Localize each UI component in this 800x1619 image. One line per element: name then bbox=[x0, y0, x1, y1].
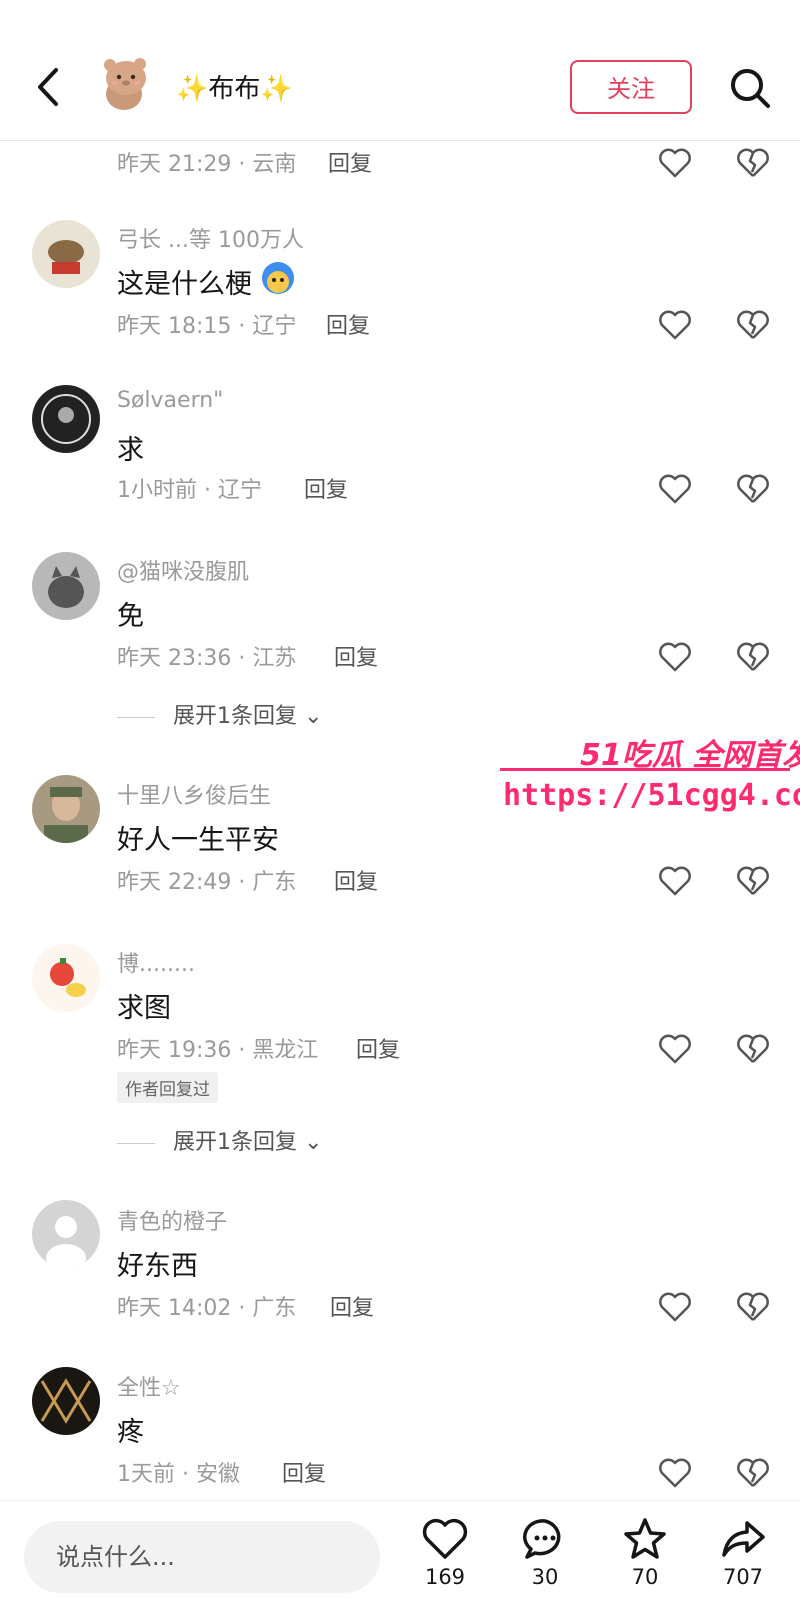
user-avatar[interactable] bbox=[32, 385, 100, 453]
comment-meta: 昨天 18:15 · 辽宁 bbox=[117, 314, 297, 339]
username[interactable]: 博........ bbox=[117, 946, 195, 978]
user-avatar[interactable] bbox=[32, 1200, 100, 1268]
author-replied-badge: 作者回复过 bbox=[117, 1072, 218, 1103]
heart-icon[interactable] bbox=[658, 1290, 692, 1324]
user-avatar[interactable] bbox=[32, 775, 100, 843]
reply-button[interactable]: 回复 bbox=[356, 1032, 400, 1064]
username[interactable]: 青色的橙子 bbox=[117, 1204, 227, 1236]
expand-replies-label: 展开1条回复 bbox=[173, 1130, 297, 1155]
comment-text: 这是什么梗 bbox=[117, 269, 252, 300]
comment-text: 免 bbox=[117, 601, 144, 632]
comment-meta: 昨天 21:29 · 云南 bbox=[117, 152, 297, 177]
reply-button[interactable]: 回复 bbox=[334, 864, 378, 896]
broken-heart-icon[interactable] bbox=[736, 864, 770, 898]
comment-bubble-icon bbox=[523, 1519, 561, 1559]
comment-button[interactable]: 30 bbox=[510, 1515, 580, 1611]
like-button[interactable]: 169 bbox=[410, 1515, 480, 1611]
comment-meta: 昨天 23:36 · 江苏 bbox=[117, 646, 297, 671]
username[interactable]: Sølvaern" bbox=[117, 388, 223, 413]
username[interactable]: 弓长 ...等 100万人 bbox=[117, 222, 304, 254]
share-count: 707 bbox=[722, 1565, 764, 1589]
username[interactable]: 全性☆ bbox=[117, 1370, 181, 1402]
chevron-down-icon: ⌄ bbox=[297, 1130, 323, 1155]
comment-text: 好东西 bbox=[117, 1251, 198, 1282]
comment-meta: 昨天 22:49 · 广东 bbox=[117, 870, 297, 895]
comment-meta: 昨天 19:36 · 黑龙江 bbox=[117, 1038, 319, 1063]
comment-text: 好人一生平安 bbox=[117, 825, 279, 856]
broken-heart-icon[interactable] bbox=[736, 472, 770, 506]
username[interactable]: 十里八乡俊后生 bbox=[117, 778, 271, 810]
heart-icon[interactable] bbox=[658, 146, 692, 180]
user-avatar[interactable] bbox=[32, 1367, 100, 1435]
broken-heart-icon[interactable] bbox=[736, 1290, 770, 1324]
broken-heart-icon[interactable] bbox=[736, 1032, 770, 1066]
comment-meta: 1小时前 · 辽宁 bbox=[117, 478, 262, 503]
follow-button[interactable]: 关注 bbox=[570, 60, 692, 114]
expand-replies-button[interactable]: 展开1条回复 ⌄ bbox=[117, 1124, 322, 1156]
broken-heart-icon[interactable] bbox=[736, 146, 770, 180]
heart-icon[interactable] bbox=[658, 640, 692, 674]
author-name[interactable]: ✨布布✨ bbox=[176, 68, 293, 105]
expand-replies-button[interactable]: 展开1条回复 ⌄ bbox=[117, 698, 322, 730]
user-avatar[interactable] bbox=[32, 552, 100, 620]
comment-input[interactable]: 说点什么... bbox=[24, 1521, 380, 1593]
back-arrow-icon[interactable] bbox=[30, 62, 70, 112]
bottom-action-bar: 说点什么... 169 30 70 707 bbox=[0, 1500, 800, 1619]
share-arrow-icon bbox=[722, 1521, 765, 1557]
user-avatar[interactable] bbox=[32, 220, 100, 288]
user-avatar[interactable] bbox=[32, 944, 100, 1012]
reply-button[interactable]: 回复 bbox=[326, 308, 370, 340]
reply-button[interactable]: 回复 bbox=[304, 472, 348, 504]
reply-button[interactable]: 回复 bbox=[328, 146, 372, 178]
favorite-button[interactable]: 70 bbox=[610, 1515, 680, 1611]
heart-icon[interactable] bbox=[658, 864, 692, 898]
broken-heart-icon[interactable] bbox=[736, 640, 770, 674]
share-button[interactable]: 707 bbox=[708, 1515, 778, 1611]
favorite-count: 70 bbox=[631, 1565, 659, 1589]
reply-button[interactable]: 回复 bbox=[330, 1290, 374, 1322]
heart-icon bbox=[422, 1518, 468, 1559]
expand-replies-label: 展开1条回复 bbox=[173, 704, 297, 729]
like-count: 169 bbox=[424, 1565, 466, 1589]
watermark-divider bbox=[500, 768, 790, 771]
watermark-url: https://51cgg4.com bbox=[503, 778, 800, 813]
comment-count: 30 bbox=[531, 1565, 559, 1589]
heart-icon[interactable] bbox=[658, 472, 692, 506]
comment-text: 疼 bbox=[117, 1417, 144, 1448]
heart-icon[interactable] bbox=[658, 1032, 692, 1066]
comment-meta: 昨天 14:02 · 广东 bbox=[117, 1296, 297, 1321]
chevron-down-icon: ⌄ bbox=[297, 704, 323, 729]
comment-text: 求 bbox=[117, 435, 144, 466]
reply-button[interactable]: 回复 bbox=[334, 640, 378, 672]
search-icon[interactable] bbox=[728, 66, 772, 110]
broken-heart-icon[interactable] bbox=[736, 1456, 770, 1490]
comment-meta: 1天前 · 安徽 bbox=[117, 1462, 240, 1487]
top-bar: ✨布布✨ 关注 bbox=[0, 0, 800, 141]
reply-button[interactable]: 回复 bbox=[282, 1456, 326, 1488]
comment-text: 求图 bbox=[117, 993, 171, 1024]
author-avatar[interactable] bbox=[96, 56, 156, 116]
heart-icon[interactable] bbox=[658, 1456, 692, 1490]
username[interactable]: @猫咪没腹肌 bbox=[117, 554, 249, 586]
star-icon bbox=[624, 1518, 666, 1559]
heart-icon[interactable] bbox=[658, 308, 692, 342]
emoji-icon bbox=[262, 262, 294, 294]
broken-heart-icon[interactable] bbox=[736, 308, 770, 342]
